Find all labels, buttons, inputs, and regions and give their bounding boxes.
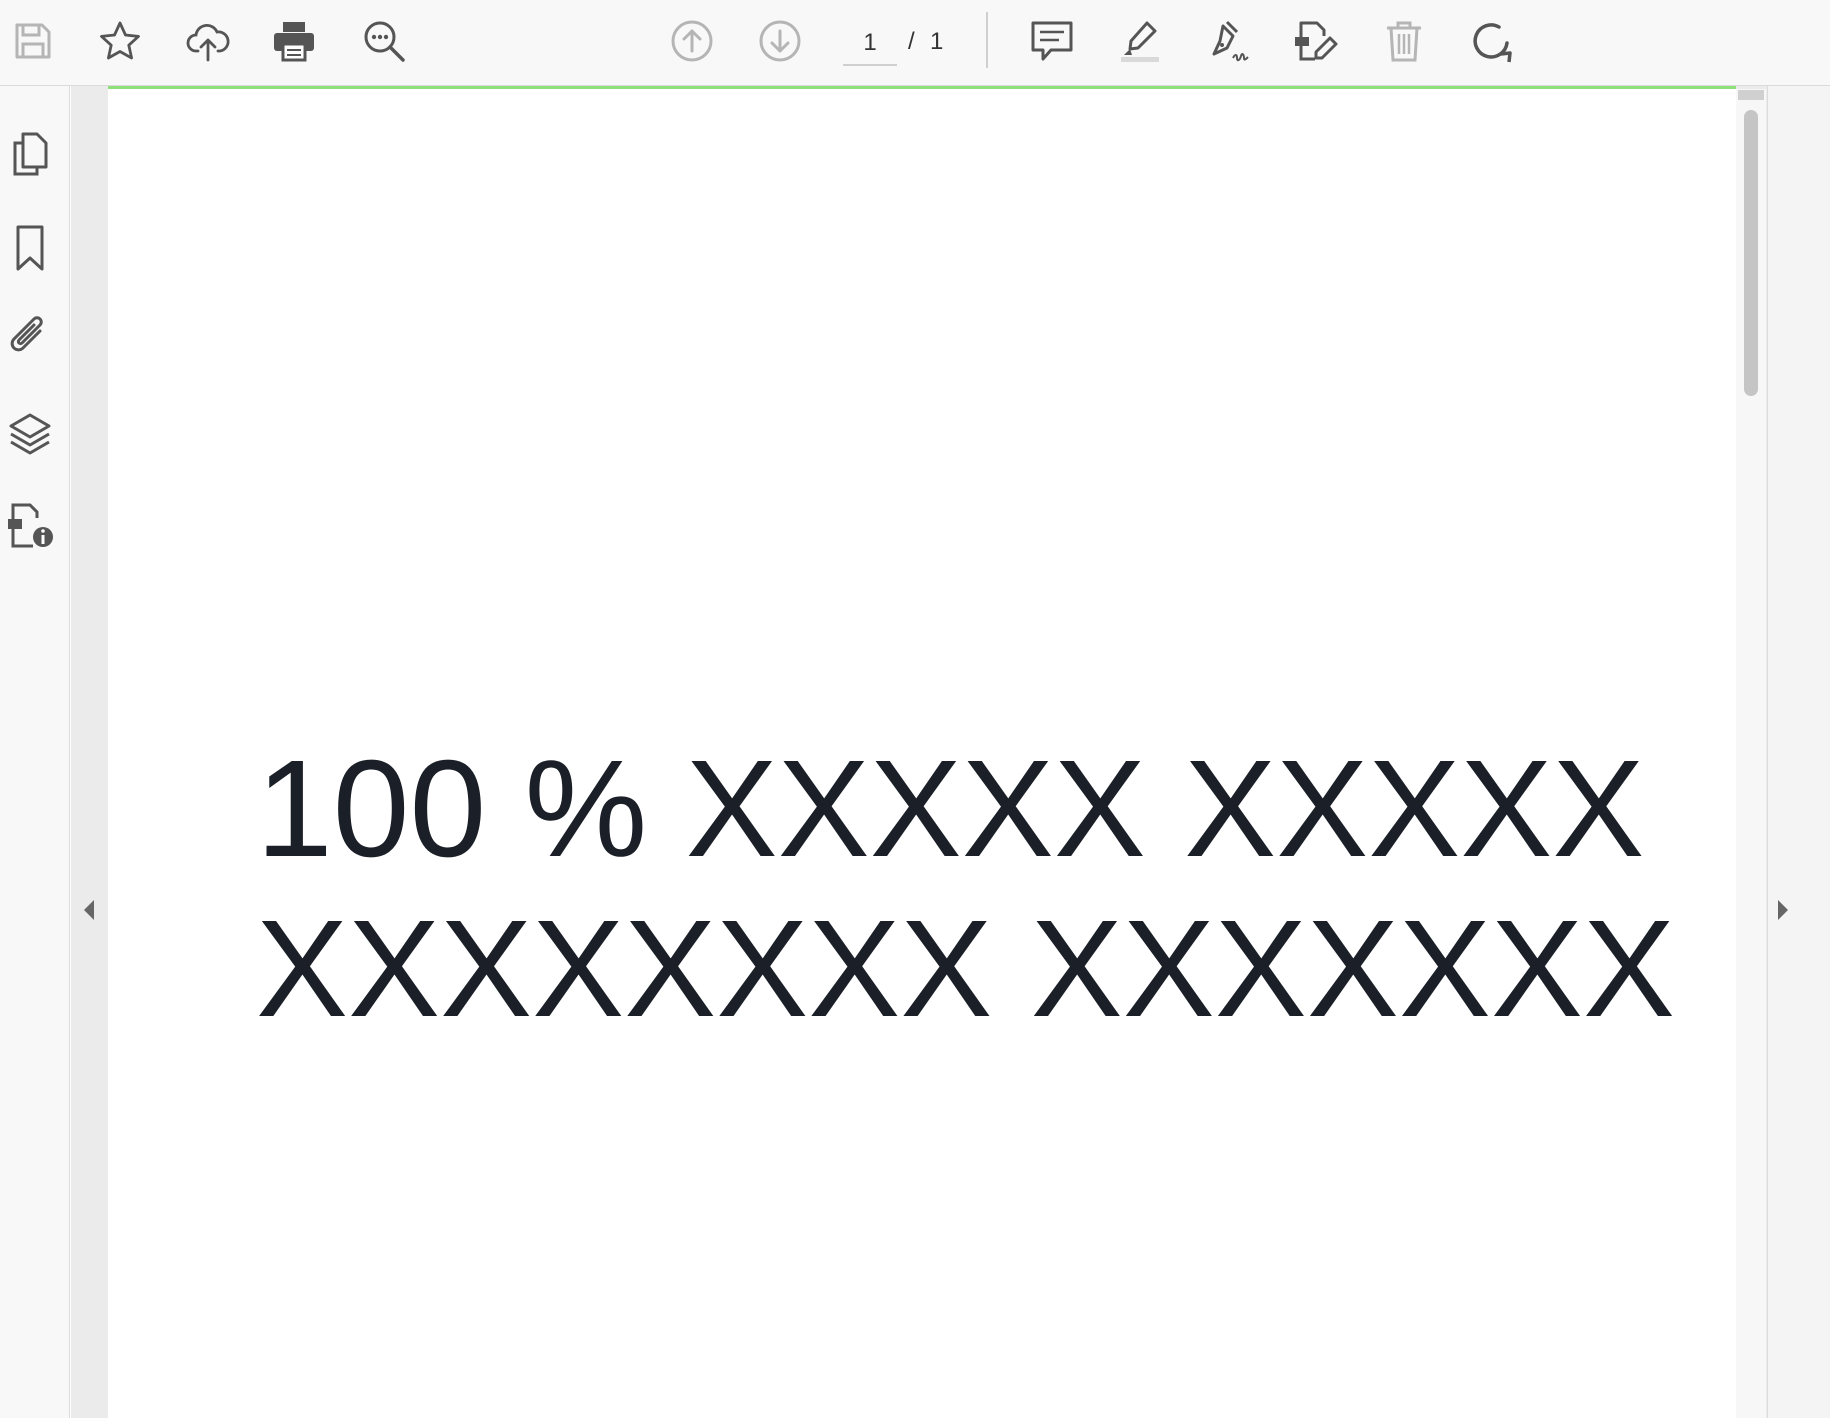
comment-button[interactable] (1024, 13, 1080, 69)
rotate-icon (1473, 23, 1512, 63)
document-info-icon (8, 503, 53, 548)
delete-button[interactable] (1376, 13, 1432, 69)
pdf-page: 100 % XXXXX XXXXX XXXXXXXX XXXXXXX (108, 89, 1736, 1418)
toolbar-divider (986, 12, 988, 68)
star-icon (100, 21, 140, 60)
search-more-icon (364, 21, 405, 62)
caret-right-icon (1778, 900, 1788, 920)
toolbar: / 1 (0, 0, 1830, 86)
page-total: 1 (930, 28, 944, 55)
attachment-icon (10, 316, 43, 352)
edit-pdf-button[interactable] (1288, 13, 1344, 69)
page-content: 100 % XXXXX XXXXX XXXXXXXX XXXXXXX (256, 729, 1716, 1049)
page-number-input[interactable] (843, 22, 897, 66)
highlighter-icon (1121, 21, 1159, 62)
rotate-button[interactable] (1464, 13, 1520, 69)
pages-icon (13, 132, 48, 176)
highlight-button[interactable] (1112, 13, 1168, 69)
favorite-button[interactable] (92, 13, 148, 69)
page-thumbnails-button[interactable] (2, 126, 58, 182)
scrollbar-top-cap (1738, 90, 1764, 100)
arrow-down-circle-icon (759, 20, 801, 62)
page-text-line-2: XXXXXXXX XXXXXXX (256, 892, 1676, 1046)
trash-icon (1387, 21, 1421, 62)
edit-document-icon (1295, 21, 1338, 61)
expand-right-panel-button[interactable] (1772, 895, 1792, 925)
page-text-line-1: 100 % XXXXX XXXXX (256, 732, 1645, 886)
right-sidebar (1767, 86, 1830, 1418)
save-icon (15, 23, 51, 59)
scrollbar-thumb[interactable] (1744, 110, 1758, 396)
previous-page-button[interactable] (664, 13, 720, 69)
cloud-upload-icon (186, 23, 230, 62)
left-sidebar (0, 86, 70, 1418)
page-separator: / (908, 28, 915, 55)
attachments-button[interactable] (2, 310, 58, 366)
pen-sign-icon (1212, 20, 1249, 62)
upload-button[interactable] (180, 13, 236, 69)
caret-left-icon (84, 900, 94, 920)
bookmarks-button[interactable] (2, 220, 58, 276)
save-button[interactable] (5, 13, 61, 69)
comment-icon (1031, 21, 1073, 61)
bookmark-icon (16, 225, 44, 271)
layers-icon (9, 413, 51, 455)
layers-button[interactable] (2, 406, 58, 462)
collapse-left-panel-button[interactable] (80, 895, 100, 925)
sign-button[interactable] (1200, 13, 1256, 69)
next-page-button[interactable] (752, 13, 808, 69)
print-icon (274, 22, 314, 62)
print-button[interactable] (266, 13, 322, 69)
arrow-up-circle-icon (671, 20, 713, 62)
loading-progress-bar (108, 86, 1736, 89)
find-button[interactable] (356, 13, 412, 69)
document-info-button[interactable] (2, 498, 58, 554)
